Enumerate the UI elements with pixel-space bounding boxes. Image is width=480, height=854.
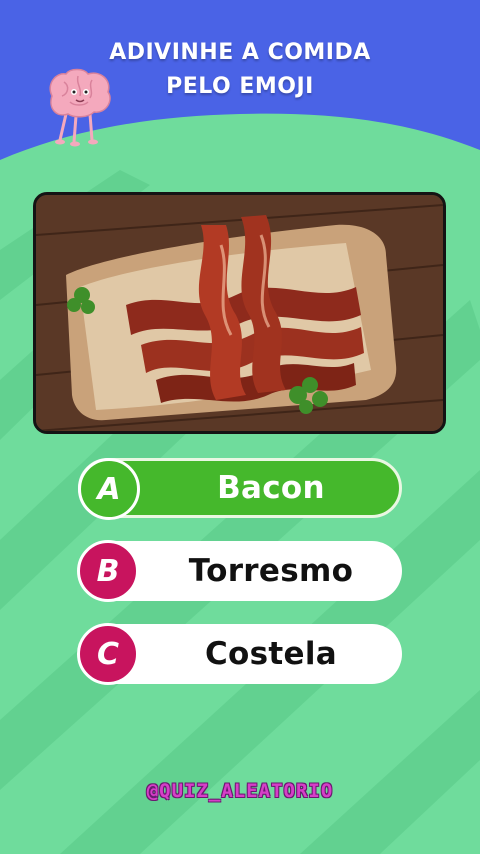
- option-b-label: Torresmo: [188, 553, 354, 589]
- bacon-photo-icon: [36, 195, 443, 431]
- option-c-button[interactable]: C Costela: [77, 623, 402, 685]
- option-b-badge: B: [77, 540, 139, 602]
- brain-icon: [49, 68, 111, 147]
- option-b-button[interactable]: B Torresmo: [77, 540, 402, 602]
- option-a-button[interactable]: A Bacon: [78, 458, 402, 520]
- account-handle: @QUIZ_ALEATORIO: [146, 780, 334, 802]
- option-c-badge: C: [77, 623, 139, 685]
- option-a-label: Bacon: [217, 470, 325, 506]
- option-a-badge: A: [78, 458, 140, 520]
- option-c-label: Costela: [205, 636, 337, 672]
- title-line-1: ADIVINHE A COMIDA: [109, 40, 371, 65]
- question-image: [33, 192, 446, 434]
